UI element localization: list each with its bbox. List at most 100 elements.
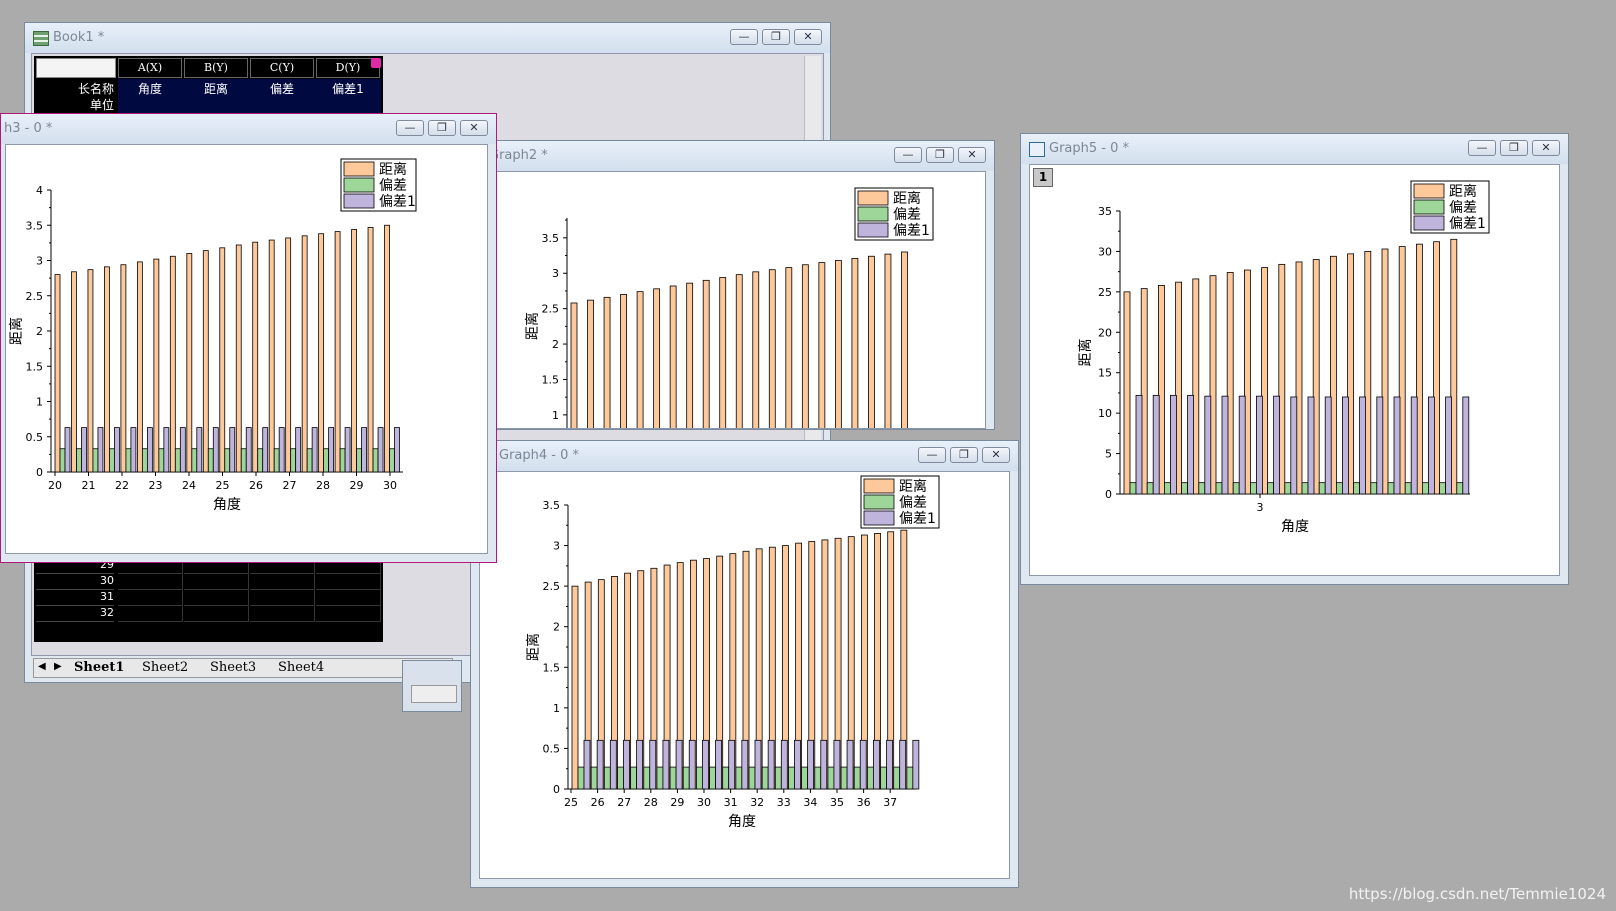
bar-偏差 <box>141 448 148 473</box>
long-name-cell[interactable]: 距离 <box>184 80 248 97</box>
x-tick-label: 37 <box>883 796 897 809</box>
bar-偏差 <box>590 766 598 790</box>
bar-距离 <box>334 231 341 473</box>
bar-距离 <box>571 585 579 790</box>
select-all-corner[interactable] <box>36 58 116 78</box>
layer-badge[interactable]: 1 <box>1033 168 1053 187</box>
graph2-window[interactable]: Graph2 * — ❐ ✕ 1 1.5 2 2.5 3 3.5 距离 距离 偏差 偏差1 <box>462 140 995 430</box>
close-button[interactable]: ✕ <box>958 147 986 163</box>
minimize-button[interactable]: — <box>918 447 946 463</box>
bar-距离 <box>669 285 677 428</box>
y-tick-label: 3.5 <box>26 219 44 232</box>
minimize-button[interactable]: — <box>730 29 758 45</box>
y-tick-label: 3 <box>552 267 559 280</box>
graph4-window[interactable]: Graph4 - 0 * — ❐ ✕ 0 0.5 1 1.5 2 2.5 3 3.5 25 26 2… <box>470 440 1019 888</box>
minimize-button[interactable]: — <box>894 147 922 163</box>
bar-偏差 <box>735 766 743 790</box>
table-cell[interactable] <box>316 606 381 622</box>
restore-button[interactable]: ❐ <box>926 147 954 163</box>
tab-sheet2[interactable]: Sheet2 <box>142 660 188 675</box>
close-button[interactable]: ✕ <box>794 29 822 45</box>
table-cell[interactable] <box>250 590 315 606</box>
row-label[interactable]: 31 <box>36 590 114 606</box>
table-cell[interactable] <box>316 574 381 590</box>
close-button[interactable]: ✕ <box>460 120 488 136</box>
table-cell[interactable] <box>184 590 249 606</box>
bar-距离 <box>136 261 143 473</box>
table-cell[interactable] <box>250 574 315 590</box>
table-cell[interactable] <box>184 606 249 622</box>
bar-偏差1 <box>311 427 318 473</box>
long-name-cell[interactable]: 角度 <box>118 80 182 97</box>
bar-偏差1 <box>767 739 775 790</box>
window-title: Book1 * <box>53 30 105 45</box>
tab-sheet1[interactable]: Sheet1 <box>74 660 124 675</box>
column-header[interactable]: A(X) <box>118 58 182 78</box>
bar-距离 <box>104 266 110 473</box>
graph2-titlebar[interactable]: Graph2 * — ❐ ✕ <box>463 141 994 171</box>
y-tick-label: 1.5 <box>542 373 560 386</box>
bar-距离 <box>153 258 160 473</box>
graph5-page[interactable]: 1 0 5 10 15 20 25 30 35 3 角度 距离 距离 偏差 偏差1 <box>1029 164 1560 576</box>
bar-偏差 <box>577 766 585 790</box>
graph3-titlebar[interactable]: h3 - 0 * — ❐ ✕ <box>1 114 496 144</box>
graph5-window[interactable]: Graph5 - 0 * — ❐ ✕ 1 0 5 10 15 20 25 30 35 3 角度 距离… <box>1020 133 1569 585</box>
graph4-page[interactable]: 0 0.5 1 1.5 2 2.5 3 3.5 25 26 27 28 29 30 31 32 33 34 35 36… <box>479 471 1010 879</box>
bar-偏差1 <box>636 739 644 790</box>
table-cell[interactable] <box>118 574 183 590</box>
bar-偏差 <box>1353 482 1361 495</box>
table-cell[interactable] <box>118 606 183 622</box>
table-cell[interactable] <box>184 574 249 590</box>
bar-距离 <box>351 229 357 473</box>
bar-偏差1 <box>1290 396 1298 495</box>
row-label[interactable]: 32 <box>36 606 114 622</box>
minimize-button[interactable]: — <box>1468 140 1496 156</box>
long-name-cell[interactable]: 偏差 <box>250 80 314 97</box>
background-window[interactable] <box>402 660 462 712</box>
x-tick-label: 36 <box>857 796 871 809</box>
bar-偏差 <box>1163 482 1171 495</box>
graph5-titlebar[interactable]: Graph5 - 0 * — ❐ ✕ <box>1021 134 1568 164</box>
book1-titlebar[interactable]: Book1 * — ❐ ✕ <box>25 23 830 53</box>
table-cell[interactable] <box>316 590 381 606</box>
close-button[interactable]: ✕ <box>982 447 1010 463</box>
graph2-page[interactable]: 1 1.5 2 2.5 3 3.5 距离 距离 偏差 偏差1 <box>471 171 986 429</box>
bar-偏差 <box>617 766 624 790</box>
table-cell[interactable] <box>118 590 183 606</box>
mini-tab-scroll[interactable] <box>411 685 457 703</box>
sheet-tab-bar[interactable]: ◀ ▶ Sheet1 Sheet2 Sheet3 Sheet4 <box>33 658 453 678</box>
legend-swatch <box>857 222 889 238</box>
bar-距离 <box>1123 291 1131 495</box>
bar-偏差 <box>158 448 165 473</box>
row-label[interactable]: 30 <box>36 574 114 590</box>
tab-sheet4[interactable]: Sheet4 <box>278 660 324 675</box>
bar-距离 <box>252 241 259 473</box>
bar-距离 <box>87 269 94 473</box>
graph3-window[interactable]: h3 - 0 * — ❐ ✕ 0 0.5 1 1.5 2 2.5 3 3.5 4 20 21 22 23… <box>0 113 497 563</box>
bar-距离 <box>834 260 842 428</box>
long-name-cell[interactable]: 偏差1 <box>316 80 380 97</box>
scroll-right-icon[interactable]: ▶ <box>54 661 62 672</box>
scroll-left-icon[interactable]: ◀ <box>38 661 46 672</box>
bar-偏差1 <box>114 427 120 473</box>
bar-距离 <box>186 253 193 473</box>
table-cell[interactable] <box>250 606 315 622</box>
restore-button[interactable]: ❐ <box>1500 140 1528 156</box>
restore-button[interactable]: ❐ <box>762 29 790 45</box>
bar-偏差1 <box>229 427 236 473</box>
bar-偏差 <box>1198 482 1206 495</box>
tab-sheet3[interactable]: Sheet3 <box>210 660 256 675</box>
y-tick-label: 1 <box>36 396 43 409</box>
column-header[interactable]: C(Y) <box>250 58 314 78</box>
legend-label: 偏差1 <box>899 511 936 527</box>
minimize-button[interactable]: — <box>396 120 424 136</box>
restore-button[interactable]: ❐ <box>950 447 978 463</box>
bar-偏差 <box>273 448 280 473</box>
graph3-page[interactable]: 0 0.5 1 1.5 2 2.5 3 3.5 4 20 21 22 23 24 25 26 27 28 29 30 角… <box>5 144 488 554</box>
restore-button[interactable]: ❐ <box>428 120 456 136</box>
column-header[interactable]: B(Y) <box>184 58 248 78</box>
close-button[interactable]: ✕ <box>1532 140 1560 156</box>
graph4-titlebar[interactable]: Graph4 - 0 * — ❐ ✕ <box>471 441 1018 471</box>
lock-icon <box>371 58 381 68</box>
bar-偏差 <box>372 448 379 473</box>
